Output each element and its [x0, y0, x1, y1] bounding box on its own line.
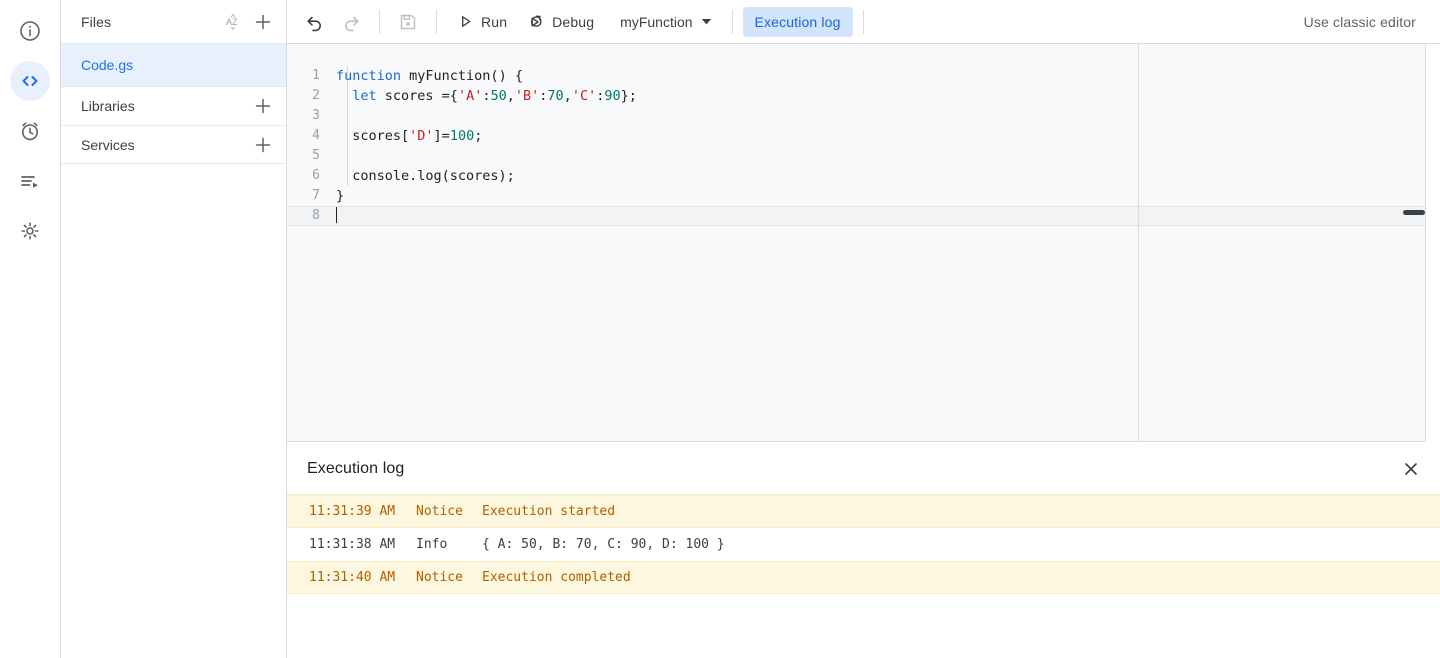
execution-log-rows: 11:31:39 AM Notice Execution started 11:31:… [287, 495, 1440, 594]
log-timestamp: 11:31:40 AM [309, 570, 396, 585]
undo-icon[interactable] [299, 6, 331, 38]
file-item-label: Code.gs [81, 57, 134, 73]
services-label: Services [81, 136, 135, 153]
code-line[interactable]: 6 console.log(scores); [287, 166, 1425, 186]
sort-az-icon[interactable]: AZ [218, 7, 248, 37]
top-toolbar: Run Debug myFunction Execution log Use c… [287, 0, 1440, 44]
function-select-label: myFunction [620, 13, 693, 30]
code-line-text: console.log(scores); [336, 168, 515, 184]
code-line[interactable]: 2 let scores ={'A':50,'B':70,'C':90}; [287, 86, 1425, 106]
code-line[interactable]: 8 [287, 206, 1425, 226]
svg-text:AZ: AZ [226, 17, 238, 27]
executions-icon[interactable] [10, 161, 50, 201]
execution-log-header: Execution log [287, 443, 1440, 495]
log-message: Execution completed [482, 570, 631, 585]
execution-log-tab[interactable]: Execution log [742, 6, 853, 37]
save-icon[interactable] [392, 6, 424, 38]
toolbar-divider-4 [862, 9, 864, 34]
run-button[interactable]: Run [447, 6, 517, 38]
redo-icon[interactable] [335, 6, 367, 38]
line-number: 7 [312, 188, 320, 203]
files-panel-title: Files [81, 13, 112, 30]
triggers-icon[interactable] [10, 111, 50, 151]
editor-icon[interactable] [10, 61, 50, 101]
log-level: Notice [416, 570, 463, 585]
line-number: 3 [312, 108, 320, 123]
code-line[interactable]: 3 [287, 106, 1425, 126]
files-panel: Files AZ Code.gs Libraries Services [61, 0, 287, 658]
debug-button-label: Debug [552, 13, 595, 30]
log-timestamp: 11:31:39 AM [309, 504, 396, 519]
log-level: Notice [416, 504, 463, 519]
toolbar-divider-1 [379, 9, 380, 34]
line-number: 8 [312, 208, 320, 223]
libraries-label: Libraries [81, 98, 135, 114]
code-lines-container[interactable]: 1 function myFunction() { 2 let scores ={'… [287, 44, 1425, 226]
code-line[interactable]: 1 function myFunction() { [287, 66, 1425, 86]
toolbar-divider-2 [436, 9, 437, 34]
code-line[interactable]: 4 scores['D']=100; [287, 126, 1425, 146]
settings-icon[interactable] [10, 211, 50, 251]
log-timestamp: 11:31:38 AM [309, 537, 396, 552]
line-number: 2 [312, 88, 320, 103]
libraries-section[interactable]: Libraries [61, 86, 286, 125]
line-number: 5 [312, 148, 320, 163]
file-item-code-gs[interactable]: Code.gs [61, 44, 286, 86]
add-service-icon[interactable] [248, 130, 278, 160]
chevron-down-icon [701, 19, 711, 25]
execution-log-title: Execution log [307, 459, 405, 477]
log-level: Info [416, 537, 448, 552]
code-line[interactable]: 7} [287, 186, 1425, 206]
left-icon-rail [0, 0, 61, 658]
code-line[interactable]: 5 [287, 146, 1425, 166]
text-cursor [336, 207, 337, 223]
code-line-text: let scores ={'A':50,'B':70,'C':90}; [352, 88, 637, 104]
apps-script-editor-window: Files AZ Code.gs Libraries Services Run … [0, 0, 1440, 658]
code-editor[interactable]: 1 function myFunction() { 2 let scores ={'… [287, 44, 1426, 442]
code-line-text: scores['D']=100; [336, 128, 483, 144]
files-panel-header: Files AZ [61, 0, 286, 44]
log-row: 11:31:40 AM Notice Execution completed [287, 561, 1440, 594]
log-row: 11:31:38 AM Info { A: 50, B: 70, C: 90, D:… [287, 528, 1440, 561]
line-number: 6 [312, 168, 320, 183]
toolbar-divider-3 [731, 9, 733, 34]
editor-right-divider [1138, 44, 1139, 442]
run-button-label: Run [481, 13, 508, 30]
log-message: { A: 50, B: 70, C: 90, D: 100 } [482, 537, 725, 552]
log-message: Execution started [482, 504, 616, 519]
line-number: 4 [312, 128, 320, 143]
function-select[interactable]: myFunction [610, 6, 721, 38]
services-section[interactable]: Services [61, 125, 286, 164]
close-icon[interactable] [1396, 454, 1426, 484]
line-number: 1 [312, 68, 320, 83]
use-classic-editor-link[interactable]: Use classic editor [1304, 14, 1440, 30]
code-line-text: function myFunction() { [336, 68, 523, 84]
add-library-icon[interactable] [248, 91, 278, 121]
execution-log-panel: Execution log 11:31:39 AM Notice Execution… [287, 443, 1440, 658]
code-line-text [332, 206, 337, 226]
overview-icon[interactable] [10, 11, 50, 51]
add-file-icon[interactable] [248, 7, 278, 37]
editor-horizontal-scrollbar[interactable] [1403, 210, 1425, 215]
execution-log-tab-label: Execution log [754, 13, 841, 30]
debug-button[interactable]: Debug [517, 6, 604, 38]
log-row: 11:31:39 AM Notice Execution started [287, 495, 1440, 528]
code-line-text: } [336, 188, 345, 204]
